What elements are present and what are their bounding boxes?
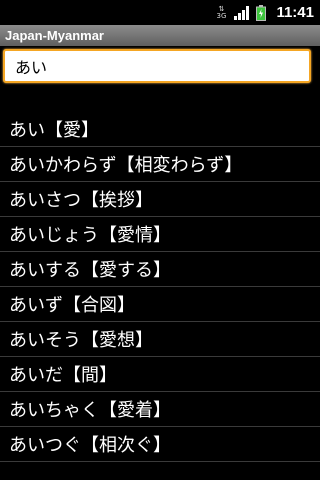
list-item[interactable]: あいそう【愛想】 bbox=[0, 322, 320, 357]
status-icons: ⇅ 3G 11:41 bbox=[214, 0, 315, 25]
network-type-label: 3G bbox=[216, 11, 227, 20]
list-item[interactable]: あいつぐ【相次ぐ】 bbox=[0, 427, 320, 462]
app-title-bar: Japan-Myanmar bbox=[0, 25, 320, 46]
list-item[interactable]: あいちゃく【愛着】 bbox=[0, 392, 320, 427]
clock: 11:41 bbox=[276, 4, 314, 21]
search-input[interactable] bbox=[3, 49, 311, 83]
list-item[interactable]: あいだ【間】 bbox=[0, 357, 320, 392]
network-type-indicator: ⇅ 3G bbox=[214, 5, 228, 20]
list-item[interactable]: あいじょう【愛情】 bbox=[0, 217, 320, 252]
list-item[interactable]: あいかわらず【相変わらず】 bbox=[0, 147, 320, 182]
app-title: Japan-Myanmar bbox=[5, 28, 104, 43]
list-item[interactable]: あいず【合図】 bbox=[0, 287, 320, 322]
list-item[interactable]: あいさつ【挨拶】 bbox=[0, 182, 320, 217]
list-item[interactable]: あい【愛】 bbox=[0, 112, 320, 147]
list-item[interactable]: あいする【愛する】 bbox=[0, 252, 320, 287]
battery-icon bbox=[256, 4, 267, 21]
search-area bbox=[0, 46, 320, 90]
results-list[interactable]: あい【愛】 あいかわらず【相変わらず】 あいさつ【挨拶】 あいじょう【愛情】 あ… bbox=[0, 112, 320, 462]
status-bar: ⇅ 3G 11:41 bbox=[0, 0, 320, 25]
signal-strength-icon bbox=[234, 5, 250, 20]
